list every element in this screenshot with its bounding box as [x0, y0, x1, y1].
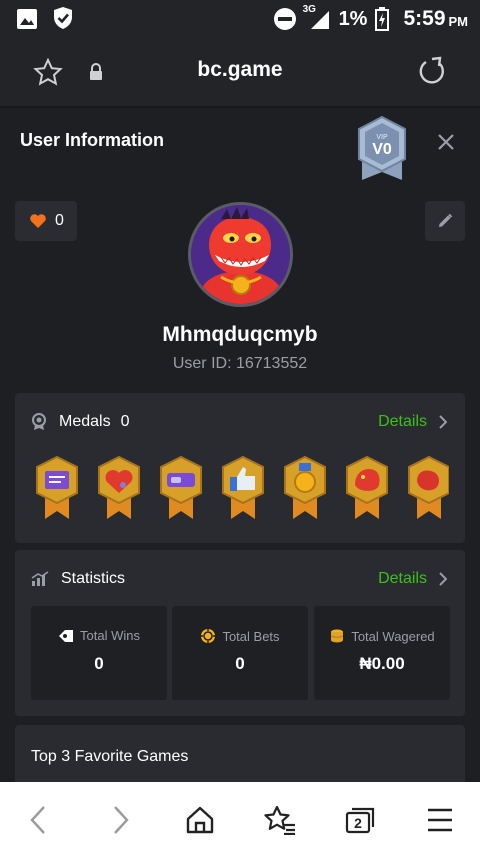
trophy-medal-icon[interactable] [405, 455, 449, 521]
browser-url-bar: bc.game [0, 38, 480, 106]
tabs-button[interactable]: 2 [342, 802, 378, 838]
home-icon [186, 806, 214, 834]
back-arrow-icon [30, 806, 45, 834]
tabs-icon: 2 [345, 807, 375, 834]
avatar[interactable] [188, 202, 293, 307]
user-id: User ID: 16713552 [172, 355, 308, 372]
signal-icon: 3G [303, 4, 333, 32]
coin-medal-icon[interactable] [281, 455, 329, 521]
chevron-right-icon [439, 415, 447, 429]
chart-icon [31, 571, 49, 586]
battery-percent: 1% [338, 7, 368, 30]
shield-check-icon [54, 7, 72, 29]
statistics-details-link[interactable]: Details [378, 570, 447, 588]
chat-medal-icon[interactable] [33, 455, 81, 521]
stat-value: 0 [235, 654, 245, 673]
stat-label: Total Wins [80, 628, 140, 643]
coins-stack-icon [331, 629, 344, 643]
do-not-disturb-icon [273, 8, 296, 30]
hamburger-menu-icon [428, 808, 452, 832]
favorite-games-card: Top 3 Favorite Games [15, 725, 465, 782]
back-button[interactable] [20, 802, 56, 838]
dragon-avatar-icon [191, 205, 290, 304]
dragon-medal-icon[interactable] [343, 455, 391, 521]
clock: 5:59 [403, 7, 446, 30]
forward-arrow-icon [114, 806, 129, 834]
star-list-icon [264, 805, 295, 835]
stat-label: Total Bets [222, 628, 280, 644]
gallery-icon [17, 9, 37, 29]
username: Mhmqduqcmyb [162, 323, 318, 346]
status-right: 3G 1% 5:59 PM [273, 4, 469, 32]
stat-label: Total Wagered [351, 628, 435, 644]
stat-total-wagered: Total Wagered ₦0.00 [314, 606, 450, 700]
thumbs-up-medal-icon[interactable] [219, 455, 267, 521]
stat-total-wins: Total Wins 0 [31, 606, 167, 700]
medals-count: 0 [120, 413, 130, 430]
chevron-right-icon [439, 572, 447, 586]
like-button[interactable]: 0 [15, 201, 77, 241]
medal-icon [32, 413, 46, 430]
menu-button[interactable] [422, 802, 458, 838]
svg-text:V0: V0 [372, 141, 392, 158]
like-count: 0 [55, 212, 64, 229]
bookmarks-button[interactable] [262, 802, 298, 838]
clock-ampm: PM [448, 14, 469, 29]
pencil-icon [439, 213, 453, 227]
url-text[interactable]: bc.game [0, 58, 480, 82]
statistics-title: Statistics [61, 570, 126, 587]
ticket-medal-icon[interactable] [157, 455, 205, 521]
medals-title: Medals [59, 413, 111, 430]
forward-button[interactable] [103, 802, 139, 838]
svg-text:VIP: VIP [376, 134, 388, 141]
edit-profile-button[interactable] [425, 201, 465, 241]
medals-header: Medals 0 [31, 413, 129, 431]
stat-value: ₦0.00 [359, 654, 405, 673]
modal-title: User Information [20, 130, 165, 150]
medals-card: Medals 0 Details [15, 393, 465, 543]
statistics-card: Statistics Details Total Wins 0 Total Be… [15, 550, 465, 716]
medals-details-link[interactable]: Details [378, 413, 447, 431]
browser-bottom-nav: 2 [0, 782, 480, 854]
reload-icon[interactable] [416, 56, 448, 88]
home-button[interactable] [182, 802, 218, 838]
battery-charging-icon [375, 7, 390, 31]
heart-icon [30, 214, 46, 228]
trophy-ticket-icon [59, 629, 74, 642]
user-info-modal: User Information VIP V0 0 Mhmqduqcmyb Us… [0, 108, 480, 782]
status-bar: 3G 1% 5:59 PM [0, 0, 480, 38]
close-icon[interactable] [434, 130, 458, 154]
favorite-games-title: Top 3 Favorite Games [31, 748, 189, 765]
medals-row [33, 455, 449, 523]
chip-icon [201, 629, 216, 643]
stat-value: 0 [94, 654, 104, 673]
svg-text:2: 2 [354, 815, 362, 831]
stat-total-bets: Total Bets 0 [172, 606, 308, 700]
heart-medal-icon[interactable] [95, 455, 143, 521]
vip-badge-icon[interactable]: VIP V0 [357, 116, 407, 182]
statistics-header: Statistics [31, 570, 125, 588]
